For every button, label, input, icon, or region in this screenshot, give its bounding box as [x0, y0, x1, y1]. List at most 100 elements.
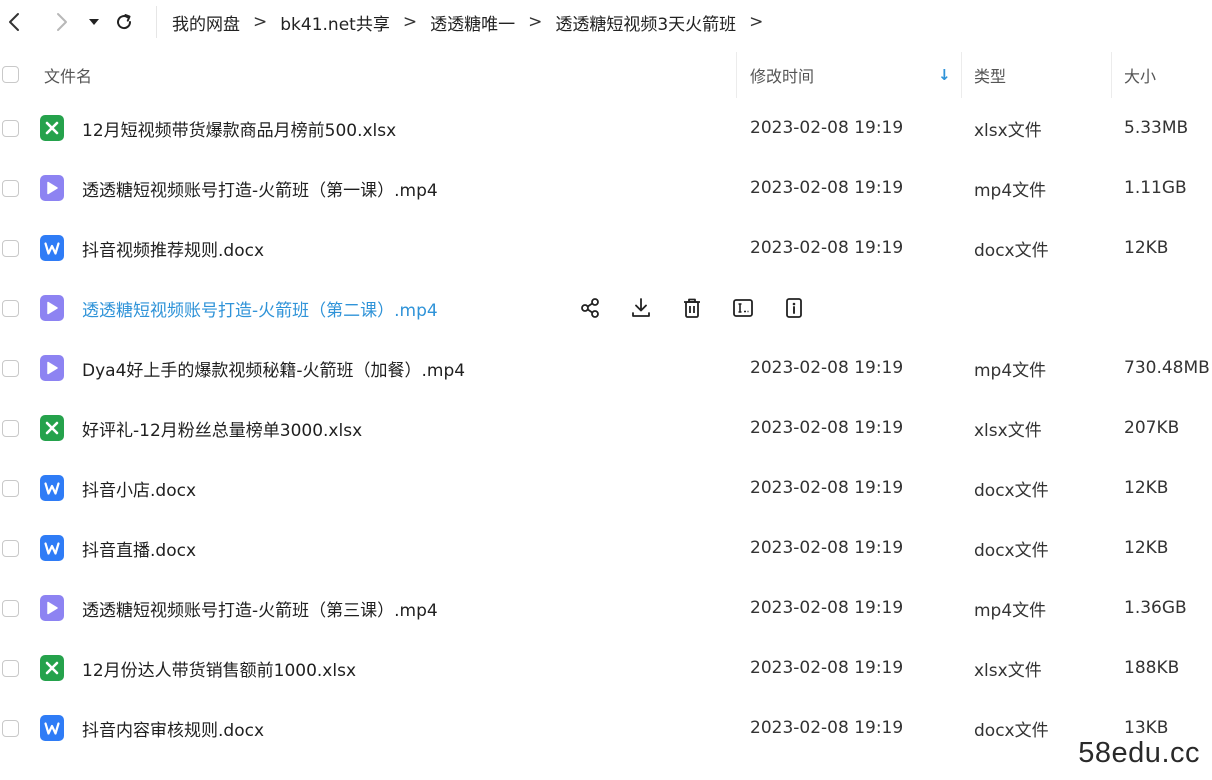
file-type: mp4文件	[974, 360, 1047, 381]
sort-descending-icon[interactable]: ↓	[938, 48, 951, 102]
row-checkbox[interactable]	[2, 180, 19, 197]
file-name[interactable]: 12月份达人带货销售额前1000.xlsx	[82, 638, 356, 698]
select-all-checkbox[interactable]	[2, 66, 19, 83]
details-button[interactable]	[782, 296, 806, 320]
row-checkbox[interactable]	[2, 540, 19, 557]
video-file-icon	[40, 595, 64, 621]
share-button[interactable]	[578, 296, 602, 320]
file-size: 1.11GB	[1124, 178, 1187, 198]
file-name[interactable]: 12月短视频带货爆款商品月榜前500.xlsx	[82, 98, 396, 158]
toolbar-divider	[156, 6, 157, 38]
file-size: 12KB	[1124, 238, 1169, 258]
file-name[interactable]: 透透糖短视频账号打造-火箭班（第一课）.mp4	[82, 158, 438, 218]
file-modified: 2023-02-08 19:19	[750, 538, 904, 558]
file-type: docx文件	[974, 480, 1049, 501]
row-checkbox[interactable]	[2, 360, 19, 377]
file-size: 207KB	[1124, 418, 1180, 438]
file-size: 5.33MB	[1124, 118, 1189, 138]
row-checkbox[interactable]	[2, 600, 19, 617]
file-row[interactable]: 好评礼-12月粉丝总量榜单3000.xlsx 2023-02-08 19:19 …	[0, 398, 1212, 458]
delete-button[interactable]	[680, 296, 704, 320]
chevron-left-icon	[9, 13, 19, 31]
rename-button[interactable]	[731, 296, 755, 320]
file-size: 1.36GB	[1124, 598, 1187, 618]
file-type: docx文件	[974, 240, 1049, 261]
refresh-icon	[117, 14, 132, 30]
file-name[interactable]: 抖音小店.docx	[82, 458, 196, 518]
file-row[interactable]: 抖音内容审核规则.docx 2023-02-08 19:19 docx文件 13…	[0, 698, 1212, 758]
breadcrumb-item-current[interactable]: 透透糖短视频3天火箭班	[555, 10, 736, 35]
file-row[interactable]: 抖音视频推荐规则.docx 2023-02-08 19:19 docx文件 12…	[0, 218, 1212, 278]
share-icon	[581, 298, 599, 318]
file-row-hovered[interactable]: 透透糖短视频账号打造-火箭班（第二课）.mp4	[0, 278, 1212, 338]
file-row[interactable]: 透透糖短视频账号打造-火箭班（第三课）.mp4 2023-02-08 19:19…	[0, 578, 1212, 638]
delete-icon	[684, 298, 700, 318]
file-size: 730.48MB	[1124, 358, 1210, 378]
breadcrumb-separator: >	[528, 12, 543, 32]
file-row[interactable]: 12月份达人带货销售额前1000.xlsx 2023-02-08 19:19 x…	[0, 638, 1212, 698]
forward-button[interactable]	[50, 8, 74, 36]
row-checkbox[interactable]	[2, 420, 19, 437]
file-row[interactable]: 透透糖短视频账号打造-火箭班（第一课）.mp4 2023-02-08 19:19…	[0, 158, 1212, 218]
column-header-size[interactable]: 大小	[1124, 48, 1156, 102]
breadcrumb: 我的网盘 > bk41.net共享 > 透透糖唯一 > 透透糖短视频3天火箭班 …	[172, 0, 776, 44]
video-file-icon	[40, 175, 64, 201]
file-type: mp4文件	[974, 600, 1047, 621]
video-file-icon	[40, 355, 64, 381]
breadcrumb-item-root[interactable]: 我的网盘	[172, 10, 240, 35]
file-type: xlsx文件	[974, 660, 1042, 681]
excel-file-icon	[40, 115, 64, 141]
file-row[interactable]: 12月短视频带货爆款商品月榜前500.xlsx 2023-02-08 19:19…	[0, 98, 1212, 158]
breadcrumb-item-share[interactable]: bk41.net共享	[280, 10, 390, 35]
row-checkbox[interactable]	[2, 660, 19, 677]
file-list-header: 文件名 修改时间 ↓ 类型 大小	[0, 48, 1212, 102]
refresh-button[interactable]	[112, 8, 136, 36]
word-file-icon	[40, 535, 64, 561]
file-size: 12KB	[1124, 538, 1169, 558]
file-modified: 2023-02-08 19:19	[750, 238, 904, 258]
file-modified: 2023-02-08 19:19	[750, 598, 904, 618]
file-type: xlsx文件	[974, 120, 1042, 141]
file-row[interactable]: 抖音直播.docx 2023-02-08 19:19 docx文件 12KB	[0, 518, 1212, 578]
file-modified: 2023-02-08 19:19	[750, 478, 904, 498]
file-modified: 2023-02-08 19:19	[750, 418, 904, 438]
row-checkbox[interactable]	[2, 120, 19, 137]
details-icon	[786, 298, 802, 318]
file-row[interactable]: 抖音小店.docx 2023-02-08 19:19 docx文件 12KB	[0, 458, 1212, 518]
file-type: docx文件	[974, 720, 1049, 741]
column-divider	[961, 52, 962, 98]
file-name[interactable]: 好评礼-12月粉丝总量榜单3000.xlsx	[82, 398, 362, 458]
file-type: docx文件	[974, 540, 1049, 561]
file-modified: 2023-02-08 19:19	[750, 178, 904, 198]
breadcrumb-item-folder[interactable]: 透透糖唯一	[430, 10, 515, 35]
file-name[interactable]: Dya4好上手的爆款视频秘籍-火箭班（加餐）.mp4	[82, 338, 465, 398]
file-row[interactable]: Dya4好上手的爆款视频秘籍-火箭班（加餐）.mp4 2023-02-08 19…	[0, 338, 1212, 398]
file-name[interactable]: 抖音内容审核规则.docx	[82, 698, 264, 758]
file-name[interactable]: 抖音直播.docx	[82, 518, 196, 578]
video-file-icon	[40, 295, 64, 321]
excel-file-icon	[40, 655, 64, 681]
file-name[interactable]: 抖音视频推荐规则.docx	[82, 218, 264, 278]
row-checkbox[interactable]	[2, 720, 19, 737]
file-size: 188KB	[1124, 658, 1180, 678]
word-file-icon	[40, 475, 64, 501]
column-header-type[interactable]: 类型	[974, 48, 1006, 102]
rename-icon	[733, 299, 753, 317]
file-list: 12月短视频带货爆款商品月榜前500.xlsx 2023-02-08 19:19…	[0, 98, 1212, 758]
row-checkbox[interactable]	[2, 300, 19, 317]
download-button[interactable]	[629, 296, 653, 320]
file-name[interactable]: 透透糖短视频账号打造-火箭班（第二课）.mp4	[82, 278, 438, 338]
row-checkbox[interactable]	[2, 480, 19, 497]
row-checkbox[interactable]	[2, 240, 19, 257]
file-size: 12KB	[1124, 478, 1169, 498]
history-dropdown-button[interactable]	[82, 8, 106, 36]
breadcrumb-separator: >	[253, 12, 268, 32]
excel-file-icon	[40, 415, 64, 441]
file-name[interactable]: 透透糖短视频账号打造-火箭班（第三课）.mp4	[82, 578, 438, 638]
column-header-name[interactable]: 文件名	[44, 48, 92, 102]
back-button[interactable]	[2, 8, 26, 36]
chevron-right-icon	[57, 13, 67, 31]
column-header-modified[interactable]: 修改时间	[750, 48, 814, 102]
word-file-icon	[40, 715, 64, 741]
file-modified: 2023-02-08 19:19	[750, 358, 904, 378]
